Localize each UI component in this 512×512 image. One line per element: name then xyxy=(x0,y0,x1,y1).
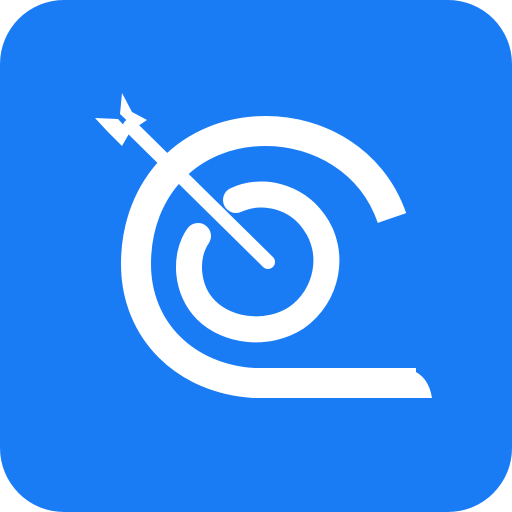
app-icon[interactable] xyxy=(0,0,512,512)
app-icon-graphic xyxy=(0,0,512,512)
